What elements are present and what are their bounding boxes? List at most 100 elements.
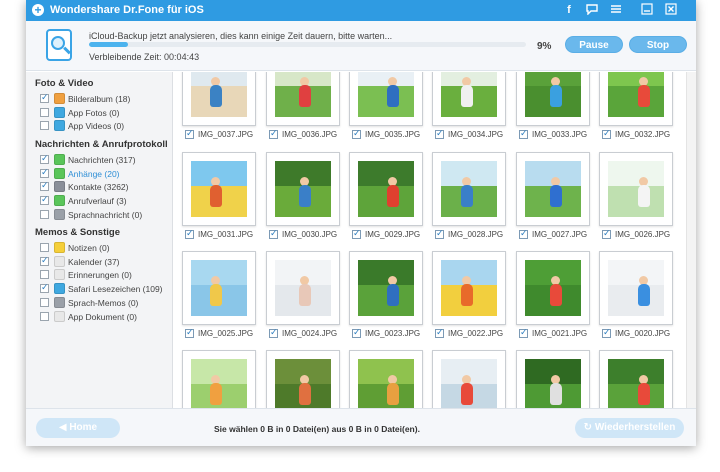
minimize-icon[interactable] (640, 3, 654, 17)
feedback-icon[interactable] (585, 3, 599, 17)
category-checkbox[interactable] (40, 255, 49, 266)
close-icon[interactable] (664, 3, 678, 17)
photo-thumbnail[interactable] (182, 350, 256, 408)
category-checkbox[interactable] (40, 167, 49, 178)
photo-select[interactable]: IMG_0035.JPG (352, 128, 432, 141)
photo-select[interactable]: IMG_0028.JPG (435, 228, 515, 241)
photo-checkbox[interactable] (602, 128, 611, 139)
photo-thumbnail[interactable] (599, 72, 673, 126)
category-checkbox[interactable] (40, 92, 49, 103)
sidebar-item[interactable]: Nachrichten (317) (40, 153, 172, 166)
photo-checkbox[interactable] (519, 128, 528, 139)
photo-select[interactable]: IMG_0029.JPG (352, 228, 432, 241)
photo-thumbnail[interactable] (266, 350, 340, 408)
sidebar-item[interactable]: Erinnerungen (0) (40, 269, 172, 281)
category-checkbox[interactable] (40, 194, 49, 206)
photo-thumbnail[interactable] (266, 251, 340, 325)
photo-thumbnail[interactable] (349, 152, 423, 226)
photo-select[interactable]: IMG_0036.JPG (269, 128, 349, 141)
photo-thumbnail[interactable] (432, 251, 506, 325)
photo-select[interactable]: IMG_0027.JPG (519, 228, 599, 241)
category-checkbox[interactable] (40, 270, 49, 280)
photo-checkbox[interactable] (352, 327, 361, 338)
photo-checkbox[interactable] (185, 128, 194, 139)
photo-select[interactable]: IMG_0026.JPG (602, 228, 682, 241)
sidebar-item[interactable]: Anhänge (20) (40, 167, 172, 180)
category-checkbox[interactable] (40, 180, 49, 192)
photo-thumbnail[interactable] (266, 152, 340, 226)
sidebar-item[interactable]: Kalender (37) (40, 255, 172, 268)
photo-select[interactable]: IMG_0030.JPG (269, 228, 349, 241)
photo-select[interactable]: IMG_0023.JPG (352, 327, 432, 340)
photo-thumbnail[interactable] (349, 72, 423, 126)
category-checkbox[interactable] (40, 243, 49, 252)
photo-thumbnail[interactable] (432, 152, 506, 226)
photo-select[interactable]: IMG_0031.JPG (185, 228, 265, 241)
sidebar-item[interactable]: Sprach-Memos (0) (40, 296, 172, 309)
stop-button[interactable]: Stop (629, 36, 687, 53)
photo-image (441, 72, 497, 117)
sidebar-item[interactable]: Bilderalbum (18) (40, 92, 172, 105)
photo-thumbnail[interactable] (599, 251, 673, 325)
photo-thumbnail[interactable] (266, 72, 340, 126)
vertical-scrollbar[interactable] (686, 72, 696, 408)
restore-button[interactable]: ↻ Wiederherstellen (575, 418, 684, 438)
photo-checkbox[interactable] (269, 327, 278, 338)
photo-thumbnail[interactable] (516, 72, 590, 126)
photo-select[interactable]: IMG_0037.JPG (185, 128, 265, 141)
facebook-icon[interactable]: f (562, 3, 576, 17)
home-button[interactable]: ◀ Home (36, 418, 120, 438)
menu-icon[interactable] (609, 3, 623, 17)
photo-select[interactable]: IMG_0033.JPG (519, 128, 599, 141)
photo-thumbnail[interactable] (182, 251, 256, 325)
photo-thumbnail[interactable] (182, 72, 256, 126)
photo-select[interactable]: IMG_0034.JPG (435, 128, 515, 141)
photo-checkbox[interactable] (435, 327, 444, 338)
pause-button[interactable]: Pause (565, 36, 623, 53)
category-checkbox[interactable] (40, 121, 49, 131)
sidebar-item[interactable]: App Dokument (0) (40, 310, 172, 323)
photo-thumbnail[interactable] (516, 152, 590, 226)
photo-checkbox[interactable] (519, 327, 528, 338)
photo-checkbox[interactable] (602, 327, 611, 338)
category-checkbox[interactable] (40, 311, 49, 321)
sidebar-item-label: Safari Lesezeichen (109) (68, 284, 163, 295)
photo-checkbox[interactable] (519, 228, 528, 239)
photo-checkbox[interactable] (352, 128, 361, 139)
sidebar-item[interactable]: Notizen (0) (40, 242, 172, 254)
photo-thumbnail[interactable] (349, 251, 423, 325)
sidebar-item[interactable]: Kontakte (3262) (40, 180, 172, 193)
sidebar-item[interactable]: Sprachnachricht (0) (40, 208, 172, 221)
sidebar-item[interactable]: Safari Lesezeichen (109) (40, 282, 172, 295)
photo-thumbnail[interactable] (516, 350, 590, 408)
category-checkbox[interactable] (40, 282, 49, 294)
category-checkbox[interactable] (40, 297, 49, 307)
photo-thumbnail[interactable] (182, 152, 256, 226)
sidebar-item[interactable]: App Videos (0) (40, 120, 172, 132)
photo-select[interactable]: IMG_0032.JPG (602, 128, 682, 141)
photo-checkbox[interactable] (269, 128, 278, 139)
photo-checkbox[interactable] (435, 128, 444, 139)
photo-checkbox[interactable] (185, 327, 194, 338)
photo-thumbnail[interactable] (432, 72, 506, 126)
category-checkbox[interactable] (40, 107, 49, 117)
photo-select[interactable]: IMG_0021.JPG (519, 327, 599, 340)
photo-select[interactable]: IMG_0022.JPG (435, 327, 515, 340)
photo-checkbox[interactable] (185, 228, 194, 239)
photo-thumbnail[interactable] (516, 251, 590, 325)
category-checkbox[interactable] (40, 153, 49, 164)
sidebar-item[interactable]: Anrufverlauf (3) (40, 194, 172, 207)
photo-checkbox[interactable] (269, 228, 278, 239)
photo-select[interactable]: IMG_0020.JPG (602, 327, 682, 340)
photo-thumbnail[interactable] (599, 350, 673, 408)
photo-thumbnail[interactable] (432, 350, 506, 408)
photo-checkbox[interactable] (602, 228, 611, 239)
sidebar-item[interactable]: App Fotos (0) (40, 106, 172, 119)
photo-select[interactable]: IMG_0024.JPG (269, 327, 349, 340)
photo-select[interactable]: IMG_0025.JPG (185, 327, 265, 340)
photo-thumbnail[interactable] (599, 152, 673, 226)
photo-checkbox[interactable] (352, 228, 361, 239)
photo-thumbnail[interactable] (349, 350, 423, 408)
category-checkbox[interactable] (40, 209, 49, 219)
photo-checkbox[interactable] (435, 228, 444, 239)
